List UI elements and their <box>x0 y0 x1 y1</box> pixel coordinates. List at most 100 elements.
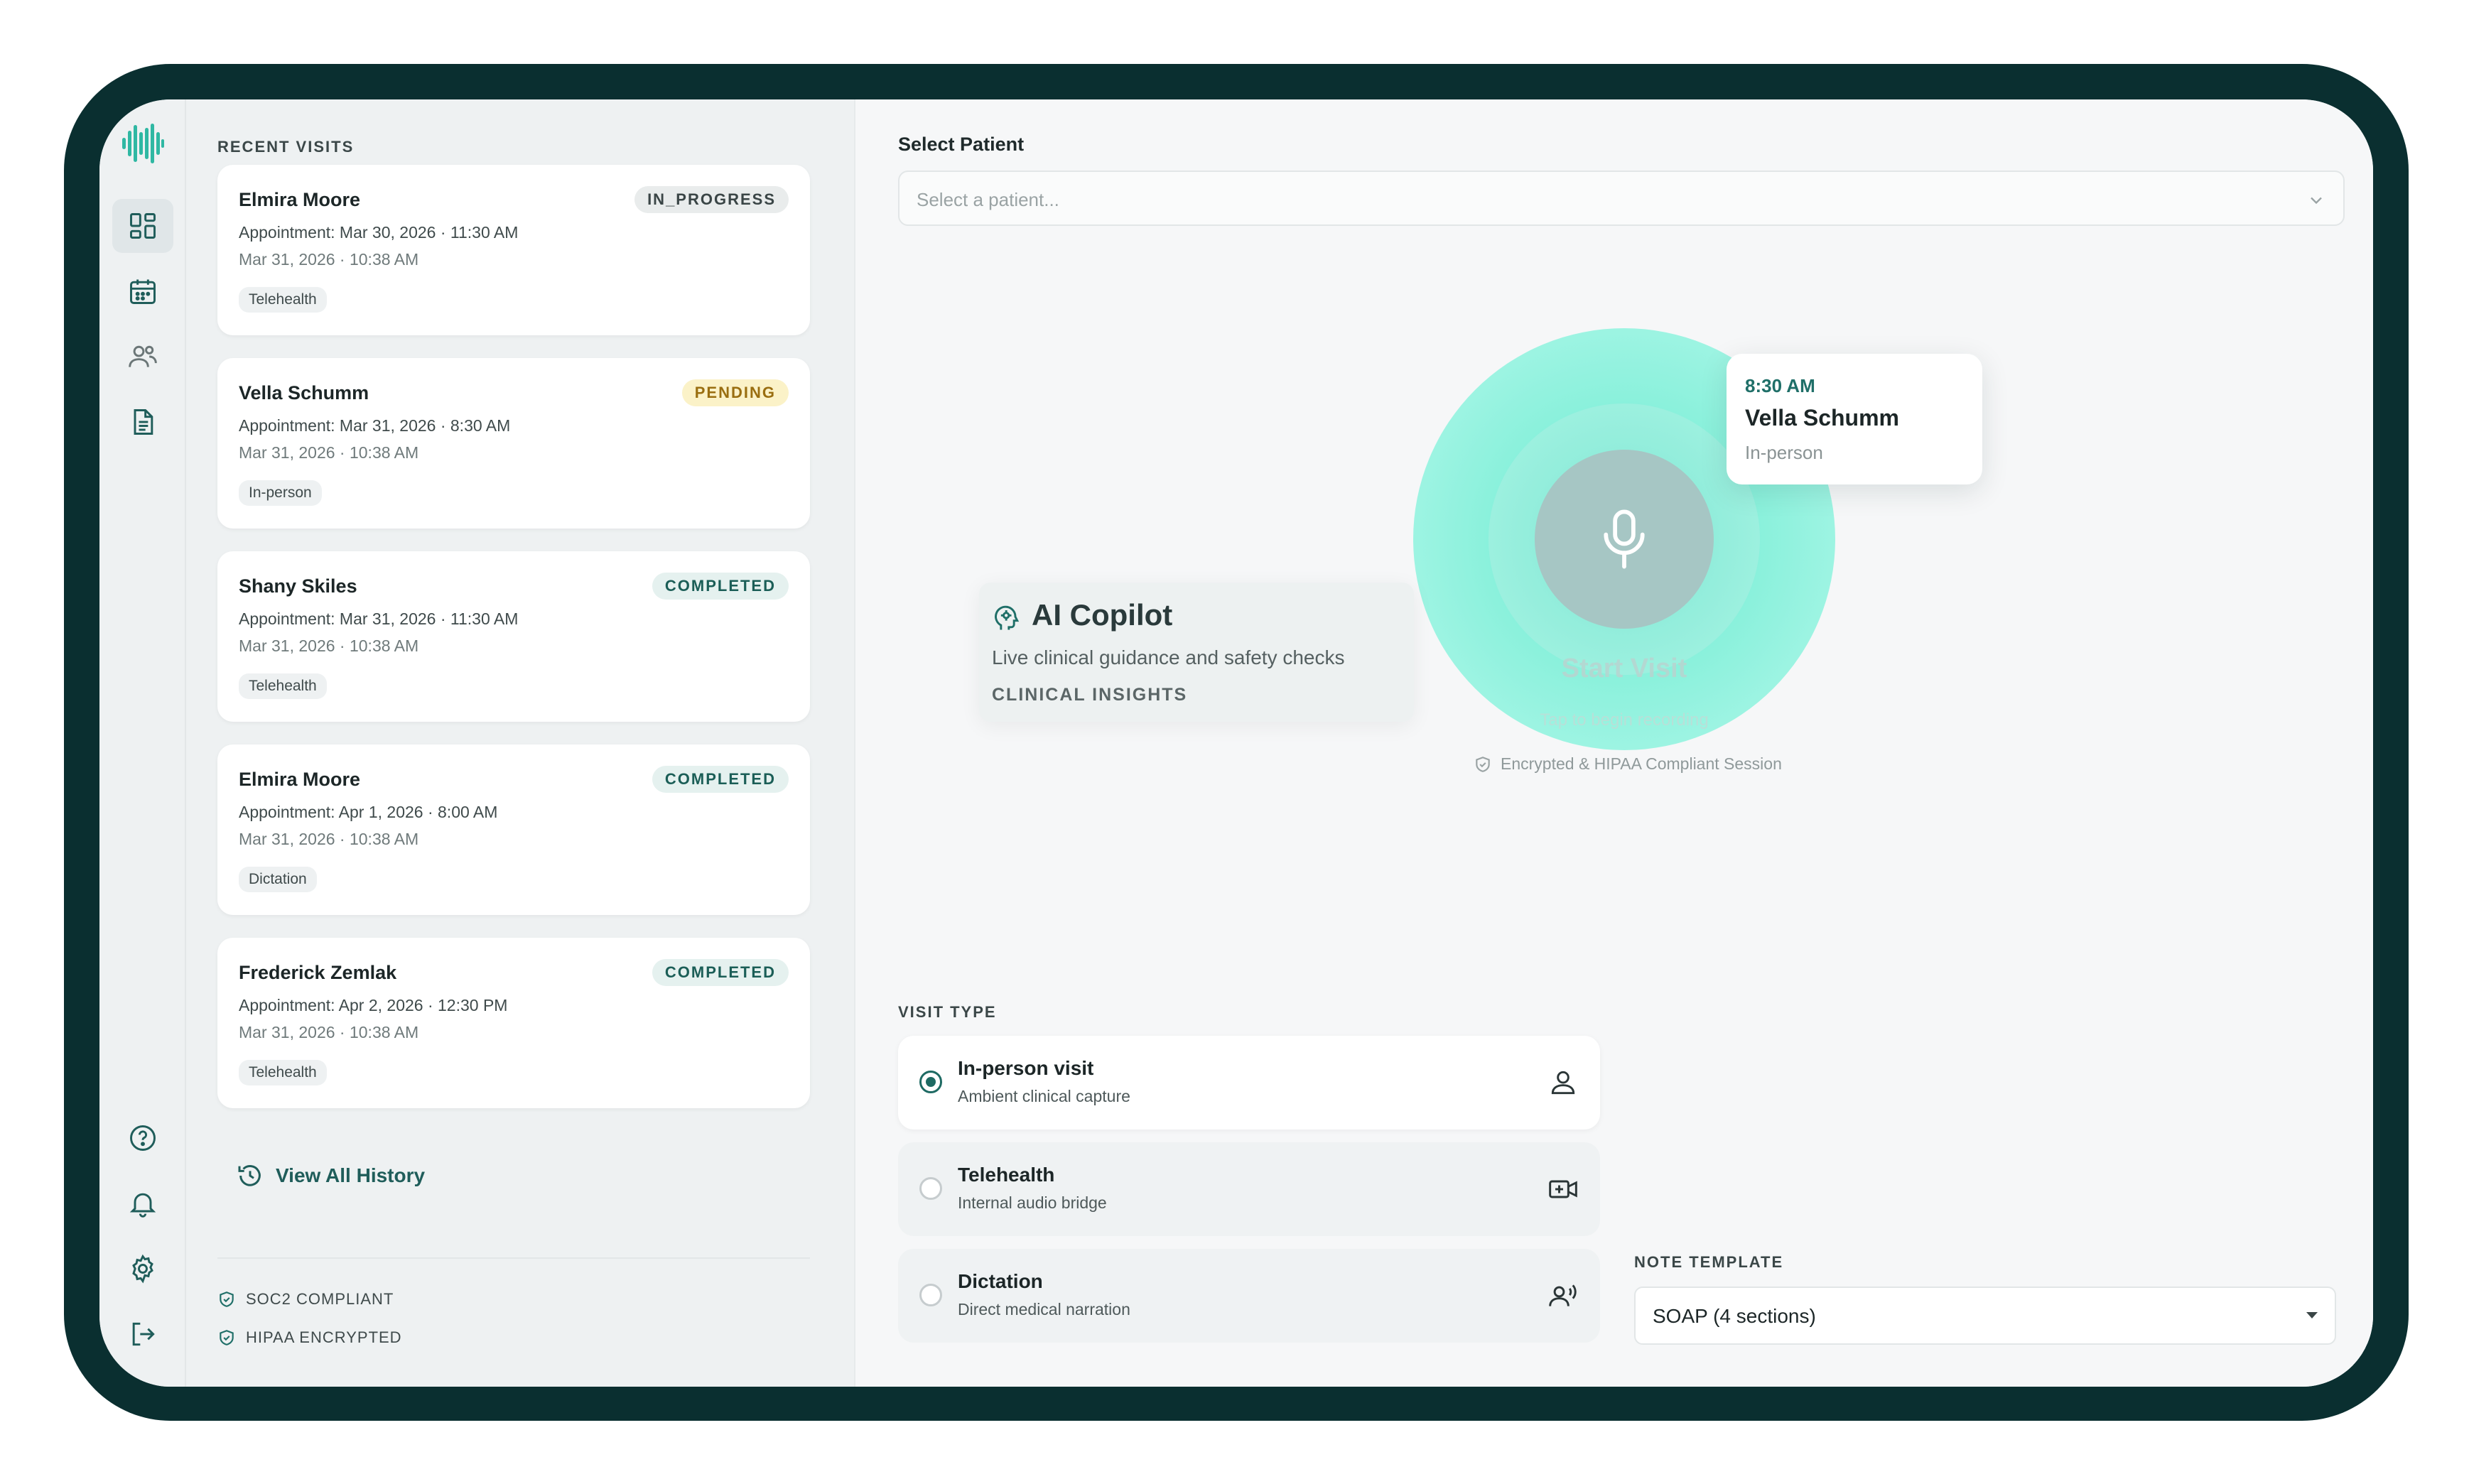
ai-copilot-card[interactable]: AI Copilot Live clinical guidance and sa… <box>979 583 1414 722</box>
popover-time: 8:30 AM <box>1745 375 1815 396</box>
visit-type-name: Dictation <box>958 1270 1043 1292</box>
visit-card[interactable]: Elmira Moore COMPLETED Appointment: Apr … <box>217 744 810 915</box>
view-all-history-label: View All History <box>276 1164 426 1186</box>
compliance-label: HIPAA ENCRYPTED <box>246 1328 402 1346</box>
visit-date: Mar 31, 2026 · 10:38 AM <box>239 1023 419 1041</box>
visit-type-telehealth[interactable]: Telehealth Internal audio bridge <box>898 1142 1600 1236</box>
visit-patient-name: Vella Schumm <box>239 382 369 404</box>
view-all-history-link[interactable]: View All History <box>236 1161 425 1190</box>
visit-card[interactable]: Vella Schumm PENDING Appointment: Mar 31… <box>217 358 810 529</box>
visit-type-tag: Dictation <box>239 867 317 892</box>
status-badge: COMPLETED <box>652 573 789 600</box>
visit-card[interactable]: Shany Skiles COMPLETED Appointment: Mar … <box>217 551 810 722</box>
patient-select[interactable]: Select a patient... <box>898 170 2345 226</box>
ai-copilot-description: Live clinical guidance and safety checks <box>992 646 1345 668</box>
help-icon <box>130 1125 156 1151</box>
dashboard-icon <box>130 213 156 239</box>
visit-patient-name: Shany Skiles <box>239 575 357 597</box>
nav-dashboard[interactable] <box>112 199 173 253</box>
visit-card[interactable]: Frederick Zemlak COMPLETED Appointment: … <box>217 938 810 1108</box>
note-template-value: SOAP (4 sections) <box>1653 1305 1816 1327</box>
visit-type-subtitle: Direct medical narration <box>958 1300 1130 1318</box>
shield-check-icon <box>220 1291 234 1307</box>
patients-icon <box>129 345 157 367</box>
voice-icon <box>1549 1284 1577 1306</box>
compliance-label: SOC2 COMPLIANT <box>246 1290 394 1308</box>
status-badge: COMPLETED <box>652 959 789 986</box>
soc2-compliance: SOC2 COMPLIANT <box>217 1290 394 1309</box>
visit-date: Mar 31, 2026 · 10:38 AM <box>239 637 419 655</box>
chevron-down-icon <box>2311 197 2322 205</box>
recent-visits-title: RECENT VISITS <box>217 138 355 156</box>
visit-type-subtitle: Ambient clinical capture <box>958 1087 1130 1105</box>
start-visit-label: Start Visit <box>1561 654 1687 683</box>
nav-calendar[interactable] <box>112 264 173 318</box>
recent-visits-panel: RECENT VISITS Elmira Moore IN_PROGRESS A… <box>186 99 855 1387</box>
nav-documents[interactable] <box>112 395 173 449</box>
visit-type-tag: Telehealth <box>239 287 327 313</box>
nav-patients[interactable] <box>112 330 173 384</box>
radio-button[interactable] <box>919 1177 942 1200</box>
calendar-icon <box>130 279 156 304</box>
panel-divider <box>217 1257 810 1259</box>
visit-type-in-person[interactable]: In-person visit Ambient clinical capture <box>898 1036 1600 1130</box>
history-icon <box>238 1165 261 1186</box>
icon-rail <box>99 99 186 1387</box>
nav-notifications[interactable] <box>112 1176 173 1230</box>
encrypted-session-note: Encrypted & HIPAA Compliant Session <box>1474 754 1782 774</box>
bell-icon <box>129 1193 156 1218</box>
status-badge: PENDING <box>681 379 789 406</box>
visit-patient-name: Frederick Zemlak <box>239 962 397 983</box>
status-badge: IN_PROGRESS <box>634 186 789 213</box>
shield-check-icon <box>220 1330 234 1345</box>
document-icon <box>134 409 153 435</box>
app-screen: RECENT VISITS Elmira Moore IN_PROGRESS A… <box>99 99 2373 1387</box>
popover-patient-name: Vella Schumm <box>1745 405 1899 430</box>
main-area: Select Patient Select a patient... Start… <box>855 99 2373 1387</box>
status-badge: COMPLETED <box>652 766 789 793</box>
microphone-icon <box>1604 509 1645 569</box>
clinical-insights-label: CLINICAL INSIGHTS <box>992 685 1188 705</box>
video-icon <box>1549 1180 1577 1198</box>
visit-type-dictation[interactable]: Dictation Direct medical narration <box>898 1249 1600 1343</box>
popover-visit-type: In-person <box>1745 442 1823 463</box>
visit-type-name: Telehealth <box>958 1164 1055 1186</box>
visit-type-tag: Telehealth <box>239 1060 327 1085</box>
visit-type-tag: Telehealth <box>239 673 327 699</box>
visit-appointment: Appointment: Mar 31, 2026 · 8:30 AM <box>239 416 511 435</box>
shield-check-icon <box>1476 756 1490 772</box>
caret-down-icon <box>2306 1312 2318 1318</box>
visit-appointment: Appointment: Mar 30, 2026 · 11:30 AM <box>239 223 519 242</box>
visit-type-subtitle: Internal audio bridge <box>958 1193 1107 1212</box>
radio-button[interactable] <box>919 1071 942 1093</box>
note-template-select[interactable]: SOAP (4 sections) <box>1634 1287 2336 1345</box>
visit-appointment: Appointment: Mar 31, 2026 · 11:30 AM <box>239 610 519 628</box>
encrypted-label: Encrypted & HIPAA Compliant Session <box>1501 754 1782 773</box>
nav-settings[interactable] <box>112 1242 173 1296</box>
brain-head-icon <box>995 605 1020 630</box>
visit-patient-name: Elmira Moore <box>239 189 361 210</box>
visit-type-tag: In-person <box>239 480 322 506</box>
visit-type-name: In-person visit <box>958 1057 1094 1079</box>
select-patient-label: Select Patient <box>898 134 1025 155</box>
nav-logout[interactable] <box>112 1307 173 1361</box>
visit-date: Mar 31, 2026 · 10:38 AM <box>239 250 419 269</box>
ai-copilot-title: AI Copilot <box>1032 598 1173 632</box>
upcoming-appointment-popover[interactable]: 8:30 AM Vella Schumm In-person <box>1727 354 1982 484</box>
visit-card[interactable]: Elmira Moore IN_PROGRESS Appointment: Ma… <box>217 165 810 335</box>
visit-date: Mar 31, 2026 · 10:38 AM <box>239 443 419 462</box>
person-icon <box>1551 1071 1575 1095</box>
tap-hint: Tap to begin recording <box>1540 710 1709 730</box>
radio-button[interactable] <box>919 1284 942 1306</box>
nav-help[interactable] <box>112 1111 173 1165</box>
visit-date: Mar 31, 2026 · 10:38 AM <box>239 830 419 848</box>
visit-appointment: Appointment: Apr 2, 2026 · 12:30 PM <box>239 996 508 1014</box>
start-recording-button[interactable] <box>1535 450 1714 629</box>
visit-patient-name: Elmira Moore <box>239 769 361 790</box>
logo-icon <box>122 124 164 163</box>
settings-icon <box>132 1254 153 1284</box>
hipaa-compliance: HIPAA ENCRYPTED <box>217 1328 402 1347</box>
visit-appointment: Appointment: Apr 1, 2026 · 8:00 AM <box>239 803 498 821</box>
patient-select-placeholder: Select a patient... <box>917 189 1059 210</box>
note-template-title: NOTE TEMPLATE <box>1634 1253 1784 1271</box>
